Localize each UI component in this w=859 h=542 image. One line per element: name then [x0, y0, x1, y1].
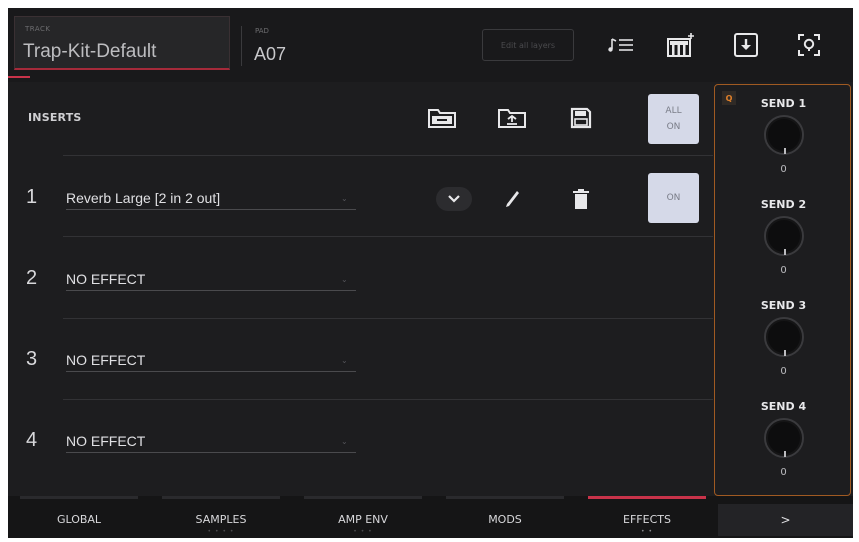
locate-icon[interactable]	[794, 30, 824, 60]
tab-label: GLOBAL	[56, 513, 102, 526]
send-4: SEND 4 0	[715, 400, 852, 500]
edit-layers-button[interactable]: Edit all layers	[482, 29, 574, 61]
tab-label: MODS	[488, 513, 522, 526]
tab-indicator	[20, 496, 138, 499]
send-value: 0	[780, 164, 787, 175]
send-3-knob[interactable]	[764, 317, 804, 357]
slot-underline	[66, 371, 356, 372]
pencil-icon[interactable]	[498, 185, 526, 213]
tab-indicator	[588, 496, 706, 499]
knob-indicator	[784, 249, 786, 255]
slot-number: 1	[26, 186, 38, 208]
slot-underline	[66, 290, 356, 291]
slot-1-on-button[interactable]: ON	[648, 173, 699, 223]
row-separator	[63, 399, 713, 400]
send-4-knob[interactable]	[764, 418, 804, 458]
tab-samples[interactable]: SAMPLES • • • •	[150, 496, 292, 538]
save-icon[interactable]	[565, 105, 597, 131]
all-on-button[interactable]: ALL ON	[648, 94, 699, 144]
knob-indicator	[784, 451, 786, 457]
row-separator	[63, 155, 713, 156]
tab-amp-env[interactable]: AMP ENV • • •	[292, 496, 434, 538]
slot-3-effect-selector[interactable]: NO EFFECT	[66, 352, 145, 368]
pad-caption: PAD	[255, 27, 269, 35]
knob-indicator	[784, 148, 786, 154]
send-value: 0	[780, 265, 787, 276]
slot-2-effect-selector[interactable]: NO EFFECT	[66, 271, 145, 287]
tab-dots: • • • •	[207, 528, 235, 535]
tab-indicator	[304, 496, 422, 499]
inserts-label: INSERTS	[28, 111, 82, 124]
track-name: Trap-Kit-Default	[23, 41, 157, 62]
next-page-button[interactable]: >	[718, 504, 853, 536]
tab-label: EFFECTS	[623, 513, 671, 526]
tab-global[interactable]: GLOBAL	[8, 496, 150, 538]
tab-label: AMP ENV	[338, 513, 388, 526]
tab-label: SAMPLES	[195, 513, 247, 526]
tab-dots: • • •	[353, 528, 373, 535]
tab-dots: • •	[641, 528, 653, 535]
all-on-line2: ON	[666, 122, 681, 132]
dropdown-caret-icon: ⌄	[341, 194, 348, 203]
effects-screen: TRACK Trap-Kit-Default PAD A07 Edit all …	[8, 8, 853, 538]
slot-4-effect-selector[interactable]: NO EFFECT	[66, 433, 145, 449]
track-selector[interactable]: TRACK Trap-Kit-Default	[14, 16, 230, 70]
folder-load-icon[interactable]	[496, 105, 528, 131]
all-on-line1: ALL	[665, 106, 682, 116]
send-label: SEND 2	[760, 198, 807, 211]
dropdown-caret-icon: ⌄	[341, 437, 348, 446]
active-indicator	[8, 76, 30, 78]
download-icon[interactable]	[731, 30, 761, 60]
knob-indicator	[784, 350, 786, 356]
send-2: SEND 2 0	[715, 198, 852, 298]
slot-number: 4	[26, 429, 38, 451]
send-1: SEND 1 0	[715, 97, 852, 197]
slot-underline	[66, 452, 356, 453]
slot-number: 3	[26, 348, 38, 370]
send-2-knob[interactable]	[764, 216, 804, 256]
send-label: SEND 3	[760, 299, 807, 312]
row-separator	[63, 236, 713, 237]
slot-1-state: ON	[666, 193, 681, 203]
divider	[241, 26, 242, 66]
row-separator	[63, 318, 713, 319]
note-list-icon[interactable]	[606, 30, 636, 60]
keyboard-plus-icon[interactable]	[666, 30, 696, 60]
slot-underline	[66, 209, 356, 210]
tab-indicator	[162, 496, 280, 499]
send-3: SEND 3 0	[715, 299, 852, 399]
tab-effects[interactable]: EFFECTS • •	[576, 496, 718, 538]
send-value: 0	[780, 366, 787, 377]
header-bar: TRACK Trap-Kit-Default PAD A07 Edit all …	[8, 8, 853, 82]
pad-selector[interactable]: A07	[254, 44, 286, 65]
trash-icon[interactable]	[567, 185, 595, 213]
track-caption: TRACK	[25, 25, 51, 33]
dropdown-caret-icon: ⌄	[341, 356, 348, 365]
sends-panel: Q SEND 1 0 SEND 2 0 SEND 3 0 SEND 4 0	[714, 84, 851, 496]
send-value: 0	[780, 467, 787, 478]
folder-open-icon[interactable]	[426, 105, 458, 131]
chevron-down-icon	[448, 195, 460, 203]
expand-button[interactable]	[436, 187, 472, 211]
send-1-knob[interactable]	[764, 115, 804, 155]
dropdown-caret-icon: ⌄	[341, 275, 348, 284]
slot-number: 2	[26, 267, 38, 289]
slot-1-effect-selector[interactable]: Reverb Large [2 in 2 out]	[66, 190, 220, 206]
tab-indicator	[446, 496, 564, 499]
tab-mods[interactable]: MODS	[434, 496, 576, 538]
send-label: SEND 4	[760, 400, 807, 413]
send-label: SEND 1	[760, 97, 807, 110]
